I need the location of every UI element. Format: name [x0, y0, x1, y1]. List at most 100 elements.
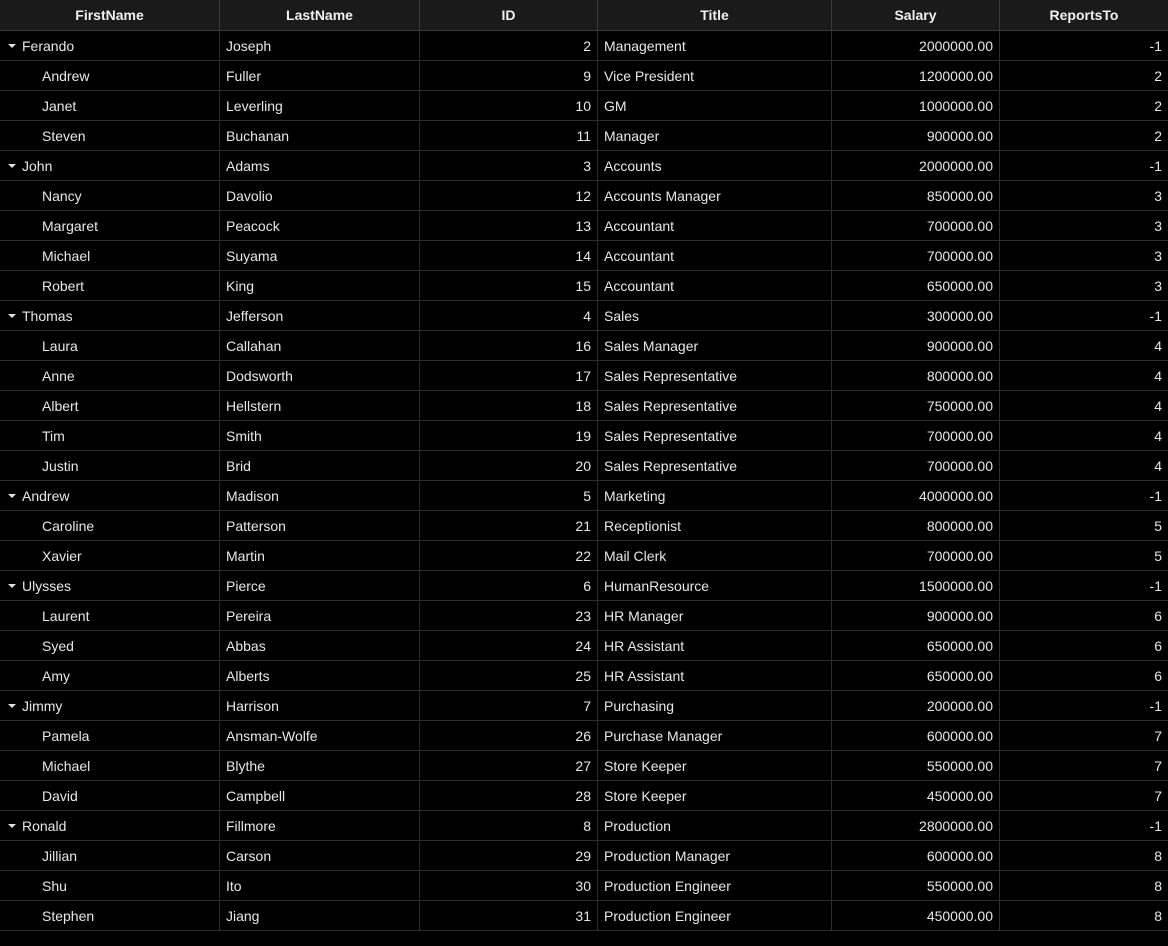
- expand-collapse-icon[interactable]: [6, 580, 18, 592]
- cell-salary: 700000.00: [832, 451, 1000, 480]
- cell-title: Sales Representative: [598, 451, 832, 480]
- column-header-id[interactable]: ID: [420, 0, 598, 30]
- cell-salary: 2800000.00: [832, 811, 1000, 840]
- table-row[interactable]: AndrewMadison5Marketing4000000.00-1: [0, 481, 1168, 511]
- cell-salary: 900000.00: [832, 601, 1000, 630]
- cell-id: 20: [420, 451, 598, 480]
- expand-collapse-icon[interactable]: [6, 490, 18, 502]
- cell-reportsto: 8: [1000, 871, 1168, 900]
- expand-collapse-icon[interactable]: [6, 310, 18, 322]
- table-row[interactable]: AnneDodsworth17Sales Representative80000…: [0, 361, 1168, 391]
- cell-firstname: Laurent: [0, 601, 220, 630]
- table-row[interactable]: StephenJiang31Production Engineer450000.…: [0, 901, 1168, 931]
- grid-body: FerandoJoseph2Management2000000.00-1Andr…: [0, 31, 1168, 931]
- table-row[interactable]: ShuIto30Production Engineer550000.008: [0, 871, 1168, 901]
- cell-salary: 650000.00: [832, 661, 1000, 690]
- cell-reportsto: -1: [1000, 811, 1168, 840]
- expand-collapse-icon[interactable]: [6, 820, 18, 832]
- cell-reportsto: 3: [1000, 211, 1168, 240]
- cell-firstname: Justin: [0, 451, 220, 480]
- table-row[interactable]: JimmyHarrison7Purchasing200000.00-1: [0, 691, 1168, 721]
- cell-lastname: Pereira: [220, 601, 420, 630]
- cell-firstname: Steven: [0, 121, 220, 150]
- cell-firstname: John: [0, 151, 220, 180]
- cell-salary: 650000.00: [832, 271, 1000, 300]
- table-row[interactable]: PamelaAnsman-Wolfe26Purchase Manager6000…: [0, 721, 1168, 751]
- firstname-text: Justin: [42, 458, 79, 474]
- table-row[interactable]: LaurentPereira23HR Manager900000.006: [0, 601, 1168, 631]
- table-row[interactable]: CarolinePatterson21Receptionist800000.00…: [0, 511, 1168, 541]
- cell-firstname: David: [0, 781, 220, 810]
- column-header-lastname[interactable]: LastName: [220, 0, 420, 30]
- cell-firstname: Pamela: [0, 721, 220, 750]
- table-row[interactable]: FerandoJoseph2Management2000000.00-1: [0, 31, 1168, 61]
- expand-collapse-icon[interactable]: [6, 40, 18, 52]
- table-row[interactable]: TimSmith19Sales Representative700000.004: [0, 421, 1168, 451]
- column-header-firstname[interactable]: FirstName: [0, 0, 220, 30]
- cell-lastname: King: [220, 271, 420, 300]
- table-row[interactable]: RobertKing15Accountant650000.003: [0, 271, 1168, 301]
- firstname-text: David: [42, 788, 78, 804]
- cell-salary: 700000.00: [832, 211, 1000, 240]
- expand-collapse-icon[interactable]: [6, 160, 18, 172]
- cell-title: Purchase Manager: [598, 721, 832, 750]
- column-header-reportsto[interactable]: ReportsTo: [1000, 0, 1168, 30]
- firstname-text: Ulysses: [22, 578, 71, 594]
- table-row[interactable]: MichaelSuyama14Accountant700000.003: [0, 241, 1168, 271]
- table-row[interactable]: DavidCampbell28Store Keeper450000.007: [0, 781, 1168, 811]
- cell-firstname: Andrew: [0, 61, 220, 90]
- table-row[interactable]: AlbertHellstern18Sales Representative750…: [0, 391, 1168, 421]
- cell-id: 25: [420, 661, 598, 690]
- expand-collapse-icon[interactable]: [6, 700, 18, 712]
- cell-salary: 800000.00: [832, 361, 1000, 390]
- column-header-salary[interactable]: Salary: [832, 0, 1000, 30]
- table-row[interactable]: UlyssesPierce6HumanResource1500000.00-1: [0, 571, 1168, 601]
- table-row[interactable]: StevenBuchanan11Manager900000.002: [0, 121, 1168, 151]
- cell-lastname: Davolio: [220, 181, 420, 210]
- cell-reportsto: 7: [1000, 751, 1168, 780]
- tree-grid[interactable]: FirstName LastName ID Title Salary Repor…: [0, 0, 1168, 931]
- cell-title: Store Keeper: [598, 751, 832, 780]
- table-row[interactable]: JillianCarson29Production Manager600000.…: [0, 841, 1168, 871]
- cell-title: Purchasing: [598, 691, 832, 720]
- table-row[interactable]: JanetLeverling10GM1000000.002: [0, 91, 1168, 121]
- firstname-text: Xavier: [42, 548, 82, 564]
- table-row[interactable]: SyedAbbas24HR Assistant650000.006: [0, 631, 1168, 661]
- column-header-title[interactable]: Title: [598, 0, 832, 30]
- cell-firstname: Laura: [0, 331, 220, 360]
- cell-reportsto: 8: [1000, 901, 1168, 930]
- cell-id: 9: [420, 61, 598, 90]
- table-row[interactable]: JohnAdams3Accounts2000000.00-1: [0, 151, 1168, 181]
- table-row[interactable]: AndrewFuller9Vice President1200000.002: [0, 61, 1168, 91]
- cell-lastname: Ito: [220, 871, 420, 900]
- table-row[interactable]: NancyDavolio12Accounts Manager850000.003: [0, 181, 1168, 211]
- cell-title: Production: [598, 811, 832, 840]
- cell-firstname: Shu: [0, 871, 220, 900]
- cell-firstname: Thomas: [0, 301, 220, 330]
- table-row[interactable]: JustinBrid20Sales Representative700000.0…: [0, 451, 1168, 481]
- table-row[interactable]: LauraCallahan16Sales Manager900000.004: [0, 331, 1168, 361]
- cell-reportsto: 6: [1000, 631, 1168, 660]
- cell-title: Sales Manager: [598, 331, 832, 360]
- table-row[interactable]: MargaretPeacock13Accountant700000.003: [0, 211, 1168, 241]
- cell-title: GM: [598, 91, 832, 120]
- cell-reportsto: 4: [1000, 361, 1168, 390]
- cell-firstname: Andrew: [0, 481, 220, 510]
- table-row[interactable]: AmyAlberts25HR Assistant650000.006: [0, 661, 1168, 691]
- table-row[interactable]: MichaelBlythe27Store Keeper550000.007: [0, 751, 1168, 781]
- table-row[interactable]: RonaldFillmore8Production2800000.00-1: [0, 811, 1168, 841]
- cell-title: Sales: [598, 301, 832, 330]
- cell-salary: 700000.00: [832, 421, 1000, 450]
- cell-salary: 1200000.00: [832, 61, 1000, 90]
- cell-salary: 800000.00: [832, 511, 1000, 540]
- cell-lastname: Smith: [220, 421, 420, 450]
- cell-salary: 1000000.00: [832, 91, 1000, 120]
- cell-salary: 200000.00: [832, 691, 1000, 720]
- table-row[interactable]: ThomasJefferson4Sales300000.00-1: [0, 301, 1168, 331]
- cell-reportsto: 3: [1000, 181, 1168, 210]
- firstname-text: Laura: [42, 338, 78, 354]
- cell-id: 8: [420, 811, 598, 840]
- table-row[interactable]: XavierMartin22Mail Clerk700000.005: [0, 541, 1168, 571]
- cell-firstname: Anne: [0, 361, 220, 390]
- cell-reportsto: 4: [1000, 391, 1168, 420]
